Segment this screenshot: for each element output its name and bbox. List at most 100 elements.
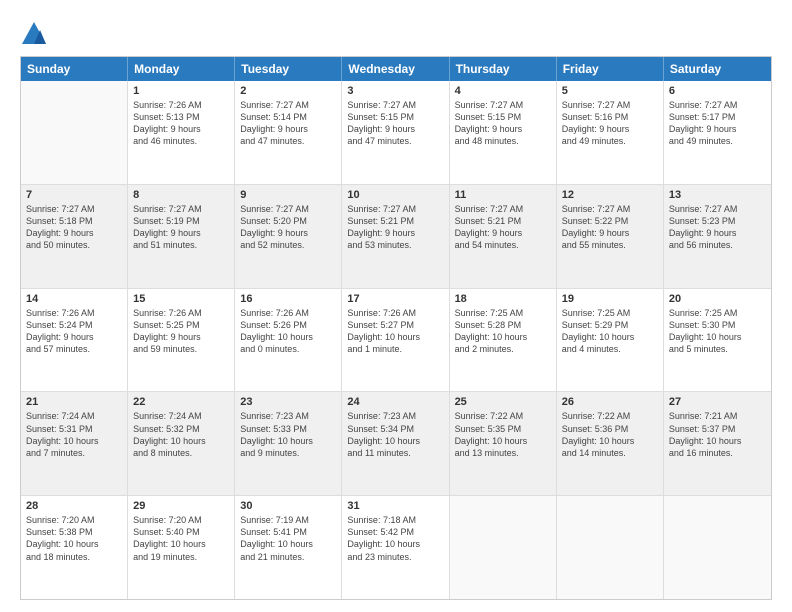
cell-line: Sunset: 5:32 PM (133, 423, 229, 435)
cell-line: and 46 minutes. (133, 135, 229, 147)
day-number: 12 (562, 189, 658, 201)
calendar-cell: 30Sunrise: 7:19 AMSunset: 5:41 PMDayligh… (235, 496, 342, 599)
day-number: 25 (455, 396, 551, 408)
cell-line: and 47 minutes. (240, 135, 336, 147)
cell-line: and 18 minutes. (26, 551, 122, 563)
day-number: 6 (669, 85, 766, 97)
day-number: 13 (669, 189, 766, 201)
cell-line: Daylight: 10 hours (562, 331, 658, 343)
cell-line: Sunrise: 7:24 AM (133, 410, 229, 422)
cell-line: Sunrise: 7:18 AM (347, 514, 443, 526)
cell-line: Sunrise: 7:23 AM (240, 410, 336, 422)
cell-line: Sunset: 5:27 PM (347, 319, 443, 331)
cell-line: Sunrise: 7:20 AM (133, 514, 229, 526)
day-number: 15 (133, 293, 229, 305)
cell-line: Sunset: 5:25 PM (133, 319, 229, 331)
calendar-cell: 8Sunrise: 7:27 AMSunset: 5:19 PMDaylight… (128, 185, 235, 288)
cell-line: and 14 minutes. (562, 447, 658, 459)
cell-line: and 0 minutes. (240, 343, 336, 355)
cell-line: and 55 minutes. (562, 239, 658, 251)
cell-line: Daylight: 10 hours (133, 435, 229, 447)
cell-line: and 48 minutes. (455, 135, 551, 147)
day-number: 16 (240, 293, 336, 305)
cell-line: Daylight: 9 hours (455, 123, 551, 135)
cell-line: Daylight: 10 hours (669, 435, 766, 447)
calendar-cell: 1Sunrise: 7:26 AMSunset: 5:13 PMDaylight… (128, 81, 235, 184)
cell-line: Sunrise: 7:27 AM (455, 99, 551, 111)
cell-line: Sunset: 5:16 PM (562, 111, 658, 123)
cell-line: Daylight: 10 hours (455, 331, 551, 343)
cell-line: Sunset: 5:29 PM (562, 319, 658, 331)
cell-line: and 16 minutes. (669, 447, 766, 459)
cell-line: and 49 minutes. (562, 135, 658, 147)
cell-line: Daylight: 9 hours (133, 123, 229, 135)
calendar-cell: 6Sunrise: 7:27 AMSunset: 5:17 PMDaylight… (664, 81, 771, 184)
cell-line: Daylight: 10 hours (562, 435, 658, 447)
cell-line: and 54 minutes. (455, 239, 551, 251)
cell-line: Sunset: 5:41 PM (240, 526, 336, 538)
cell-line: Daylight: 10 hours (26, 435, 122, 447)
cell-line: Sunset: 5:14 PM (240, 111, 336, 123)
calendar-cell: 21Sunrise: 7:24 AMSunset: 5:31 PMDayligh… (21, 392, 128, 495)
calendar-row: 1Sunrise: 7:26 AMSunset: 5:13 PMDaylight… (21, 81, 771, 185)
cell-line: Sunrise: 7:25 AM (669, 307, 766, 319)
cell-line: Sunrise: 7:27 AM (669, 99, 766, 111)
cell-line: Daylight: 9 hours (347, 123, 443, 135)
calendar-cell: 12Sunrise: 7:27 AMSunset: 5:22 PMDayligh… (557, 185, 664, 288)
cell-line: Daylight: 10 hours (240, 538, 336, 550)
calendar-cell: 4Sunrise: 7:27 AMSunset: 5:15 PMDaylight… (450, 81, 557, 184)
cell-line: Daylight: 10 hours (347, 331, 443, 343)
cell-line: Sunset: 5:34 PM (347, 423, 443, 435)
calendar-row: 21Sunrise: 7:24 AMSunset: 5:31 PMDayligh… (21, 392, 771, 496)
calendar-cell: 15Sunrise: 7:26 AMSunset: 5:25 PMDayligh… (128, 289, 235, 392)
day-number: 3 (347, 85, 443, 97)
day-number: 5 (562, 85, 658, 97)
day-number: 17 (347, 293, 443, 305)
cell-line: and 9 minutes. (240, 447, 336, 459)
day-number: 29 (133, 500, 229, 512)
cell-line: Sunset: 5:28 PM (455, 319, 551, 331)
calendar-body: 1Sunrise: 7:26 AMSunset: 5:13 PMDaylight… (21, 81, 771, 599)
calendar-cell: 20Sunrise: 7:25 AMSunset: 5:30 PMDayligh… (664, 289, 771, 392)
cell-line: and 51 minutes. (133, 239, 229, 251)
cell-line: Daylight: 10 hours (347, 538, 443, 550)
calendar-cell-empty (21, 81, 128, 184)
day-number: 21 (26, 396, 122, 408)
calendar: SundayMondayTuesdayWednesdayThursdayFrid… (20, 56, 772, 600)
cell-line: Sunset: 5:18 PM (26, 215, 122, 227)
cell-line: Daylight: 9 hours (347, 227, 443, 239)
cell-line: Sunrise: 7:27 AM (133, 203, 229, 215)
logo (20, 20, 52, 48)
cell-line: Daylight: 9 hours (562, 123, 658, 135)
cell-line: Sunrise: 7:20 AM (26, 514, 122, 526)
cell-line: Sunrise: 7:27 AM (240, 99, 336, 111)
cell-line: Sunset: 5:37 PM (669, 423, 766, 435)
calendar-row: 7Sunrise: 7:27 AMSunset: 5:18 PMDaylight… (21, 185, 771, 289)
cell-line: Daylight: 10 hours (240, 435, 336, 447)
cell-line: Daylight: 10 hours (26, 538, 122, 550)
calendar-cell: 2Sunrise: 7:27 AMSunset: 5:14 PMDaylight… (235, 81, 342, 184)
calendar-cell: 22Sunrise: 7:24 AMSunset: 5:32 PMDayligh… (128, 392, 235, 495)
day-number: 7 (26, 189, 122, 201)
cell-line: Sunrise: 7:19 AM (240, 514, 336, 526)
cell-line: Daylight: 9 hours (133, 227, 229, 239)
cell-line: Sunrise: 7:27 AM (347, 203, 443, 215)
day-number: 1 (133, 85, 229, 97)
cell-line: Sunset: 5:20 PM (240, 215, 336, 227)
cell-line: Sunrise: 7:27 AM (26, 203, 122, 215)
cell-line: and 53 minutes. (347, 239, 443, 251)
calendar-header-cell: Wednesday (342, 57, 449, 81)
cell-line: Sunrise: 7:23 AM (347, 410, 443, 422)
calendar-cell: 5Sunrise: 7:27 AMSunset: 5:16 PMDaylight… (557, 81, 664, 184)
calendar-cell: 26Sunrise: 7:22 AMSunset: 5:36 PMDayligh… (557, 392, 664, 495)
cell-line: Daylight: 9 hours (133, 331, 229, 343)
cell-line: Sunset: 5:35 PM (455, 423, 551, 435)
cell-line: and 57 minutes. (26, 343, 122, 355)
calendar-cell: 28Sunrise: 7:20 AMSunset: 5:38 PMDayligh… (21, 496, 128, 599)
cell-line: Sunrise: 7:26 AM (26, 307, 122, 319)
cell-line: and 50 minutes. (26, 239, 122, 251)
cell-line: Sunset: 5:40 PM (133, 526, 229, 538)
cell-line: Sunset: 5:19 PM (133, 215, 229, 227)
calendar-cell: 23Sunrise: 7:23 AMSunset: 5:33 PMDayligh… (235, 392, 342, 495)
cell-line: Daylight: 10 hours (455, 435, 551, 447)
